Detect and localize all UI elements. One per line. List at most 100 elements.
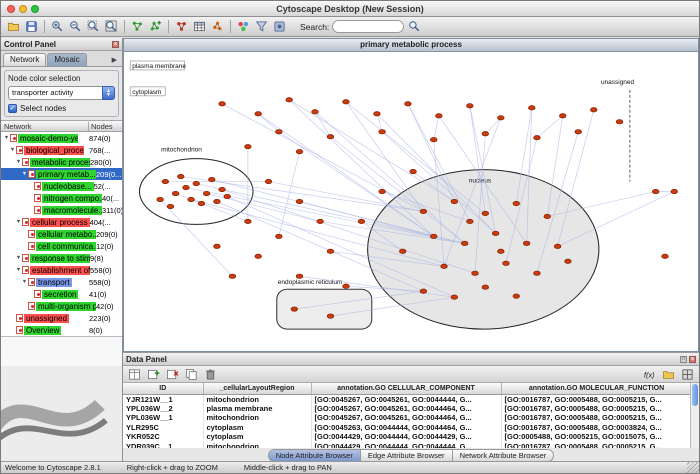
graph-node[interactable]: [498, 249, 505, 253]
open-folder-icon[interactable]: [660, 366, 677, 382]
zoom-in-icon[interactable]: [49, 19, 66, 35]
graph-node[interactable]: [167, 204, 174, 208]
tree-row[interactable]: ▼response to stimu...9(8): [1, 252, 122, 264]
graph-node[interactable]: [498, 116, 505, 120]
graph-node[interactable]: [534, 271, 541, 275]
graph-node[interactable]: [327, 135, 334, 139]
close-panel-icon[interactable]: x: [689, 356, 696, 363]
zoom-fit-icon[interactable]: [103, 19, 120, 35]
graph-node[interactable]: [296, 149, 303, 153]
float-panel-icon[interactable]: □: [680, 356, 687, 363]
column-header[interactable]: annotation.GO MOLECULAR_FUNCTION: [501, 383, 690, 394]
minimize-window-button[interactable]: [19, 5, 27, 13]
overview-thumbnail[interactable]: [1, 336, 122, 463]
tab-overflow-arrow-icon[interactable]: ▶: [109, 56, 120, 66]
graph-node[interactable]: [208, 177, 215, 181]
scrollbar-thumb[interactable]: [692, 384, 698, 406]
zoom-out-icon[interactable]: [67, 19, 84, 35]
expand-arrow-icon[interactable]: ▼: [15, 255, 22, 261]
graph-node[interactable]: [430, 234, 437, 238]
table-cell[interactable]: mitochondrion: [203, 413, 311, 423]
tree-row[interactable]: multi-organism pro...42(0): [1, 300, 122, 312]
tree-row[interactable]: cellular metabo...209(0): [1, 228, 122, 240]
graph-node[interactable]: [482, 211, 489, 215]
tree-row[interactable]: secretion41(0): [1, 288, 122, 300]
grid-icon[interactable]: [679, 366, 696, 382]
close-panel-icon[interactable]: x: [112, 41, 119, 48]
graph-node[interactable]: [662, 254, 669, 258]
graph-node[interactable]: [255, 112, 262, 116]
column-header[interactable]: ID: [123, 383, 203, 394]
expand-arrow-icon[interactable]: ▼: [3, 135, 10, 141]
graph-node[interactable]: [513, 294, 520, 298]
graph-node[interactable]: [451, 295, 458, 299]
build-network-icon[interactable]: [209, 19, 226, 35]
tree-row[interactable]: ▼establishment of lo...558(0): [1, 264, 122, 276]
table-cell[interactable]: [GO:0005488, GO:0005215, GO:0015075, G..…: [501, 432, 690, 442]
graph-node[interactable]: [219, 187, 226, 191]
graph-node[interactable]: [410, 169, 417, 173]
graph-node[interactable]: [358, 219, 365, 223]
expand-arrow-icon[interactable]: ▼: [15, 219, 22, 225]
graph-node[interactable]: [616, 120, 623, 124]
tab-mosaic[interactable]: Mosaic: [47, 53, 86, 66]
graph-node[interactable]: [193, 181, 200, 185]
graph-node[interactable]: [224, 194, 231, 198]
table-cell[interactable]: YJR121W__1: [123, 394, 203, 404]
graph-node[interactable]: [565, 259, 572, 263]
expand-arrow-icon[interactable]: ▼: [21, 279, 28, 285]
expand-arrow-icon[interactable]: ▼: [15, 267, 22, 273]
select-attributes-icon[interactable]: [126, 366, 143, 382]
graph-node[interactable]: [671, 189, 678, 193]
table-cell[interactable]: YPL036W__2: [123, 404, 203, 414]
open-icon[interactable]: [5, 19, 22, 35]
tree-row[interactable]: ▼mosaic-demo-yeast874(0): [1, 132, 122, 144]
graph-node[interactable]: [436, 114, 443, 118]
tree-row[interactable]: ▼cellular process404(...: [1, 216, 122, 228]
graph-node[interactable]: [286, 98, 293, 102]
table-cell[interactable]: YLR295C: [123, 423, 203, 433]
zoom-selected-icon[interactable]: [85, 19, 102, 35]
graph-node[interactable]: [296, 199, 303, 203]
graph-node[interactable]: [652, 189, 659, 193]
graph-node[interactable]: [441, 264, 448, 268]
graph-node[interactable]: [296, 274, 303, 278]
import-network-icon[interactable]: [173, 19, 190, 35]
table-cell[interactable]: plasma membrane: [203, 404, 311, 414]
graph-node[interactable]: [276, 234, 283, 238]
delete-attribute-icon[interactable]: [164, 366, 181, 382]
table-scrollbar[interactable]: [690, 383, 699, 448]
window-titlebar[interactable]: Cytoscape Desktop (New Session): [1, 1, 699, 17]
table-cell[interactable]: cytoplasm: [203, 432, 311, 442]
tree-row[interactable]: ▼biological_process768(...: [1, 144, 122, 156]
graph-node[interactable]: [399, 249, 406, 253]
color-attribute-dropdown[interactable]: transporter activity ▲▼: [8, 86, 115, 100]
graph-node[interactable]: [245, 144, 252, 148]
vizmapper-icon[interactable]: [235, 19, 252, 35]
table-cell[interactable]: [GO:0016787, GO:0005488, GO:0005215, G..…: [501, 404, 690, 414]
graph-node[interactable]: [559, 114, 566, 118]
graph-node[interactable]: [451, 199, 458, 203]
import-table-icon[interactable]: [191, 19, 208, 35]
graph-node[interactable]: [219, 102, 226, 106]
graph-node[interactable]: [172, 191, 179, 195]
table-cell[interactable]: [GO:0045267, GO:0045261, GO:0044444, G..…: [311, 394, 501, 404]
graph-node[interactable]: [420, 209, 427, 213]
graph-node[interactable]: [430, 138, 437, 142]
graph-node[interactable]: [188, 197, 195, 201]
close-window-button[interactable]: [7, 5, 15, 13]
graph-node[interactable]: [183, 185, 190, 189]
graph-node[interactable]: [575, 130, 582, 134]
graph-node[interactable]: [327, 249, 334, 253]
table-row[interactable]: YPL036W__2plasma membrane[GO:0045267, GO…: [123, 404, 690, 414]
graph-node[interactable]: [312, 110, 319, 114]
copy-attribute-icon[interactable]: [183, 366, 200, 382]
graph-node[interactable]: [276, 130, 283, 134]
resize-grip[interactable]: [687, 461, 699, 473]
graph-node[interactable]: [343, 100, 350, 104]
table-cell[interactable]: [GO:0016787, GO:0005488, GO:0003824, G..…: [501, 423, 690, 433]
tree-row[interactable]: ▼transport558(0): [1, 276, 122, 288]
tree-row[interactable]: nitrogen compo...40(...: [1, 192, 122, 204]
zoom-window-button[interactable]: [31, 5, 39, 13]
graph-node[interactable]: [544, 214, 551, 218]
